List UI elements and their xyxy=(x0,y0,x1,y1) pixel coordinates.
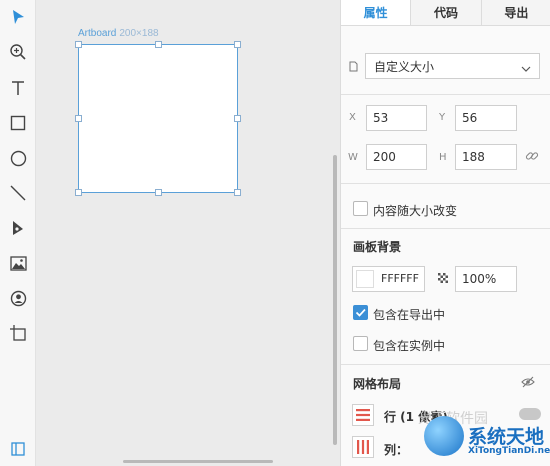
link-proportions-icon[interactable] xyxy=(525,149,539,166)
artboard-name: Artboard xyxy=(78,28,117,39)
chevron-down-icon xyxy=(521,62,531,76)
resize-content-label: 内容随大小改变 xyxy=(373,204,458,218)
divider xyxy=(341,183,550,184)
resize-handle-left[interactable] xyxy=(75,115,82,122)
include-in-export-label: 包含在导出中 xyxy=(373,308,446,322)
height-label: H xyxy=(439,152,447,163)
opacity-checker-icon xyxy=(438,272,448,286)
inspector-panel: 属性 代码 导出 自定义大小 X 53 Y 56 W 200 H 188 内容随… xyxy=(340,0,550,466)
divider xyxy=(341,94,550,95)
background-color-hex: FFFFFF xyxy=(381,272,419,285)
height-field[interactable]: 188 xyxy=(455,144,517,170)
artboard-background-title: 画板背景 xyxy=(353,240,402,254)
resize-handle-top-left[interactable] xyxy=(75,41,82,48)
ellipse-icon[interactable] xyxy=(6,146,30,170)
resize-handle-right[interactable] xyxy=(234,115,241,122)
horizontal-scrollbar[interactable] xyxy=(123,460,273,463)
rectangle-icon[interactable] xyxy=(6,111,30,135)
resize-handle-bottom[interactable] xyxy=(155,189,162,196)
eye-hidden-icon[interactable] xyxy=(521,376,535,391)
watermark: 光下软件园 系统天地 XiTongTianDi.net xyxy=(408,404,550,466)
column-grid-label: 列： xyxy=(384,443,409,457)
layers-panel-icon[interactable] xyxy=(6,437,30,461)
artboard-size-select[interactable]: 自定义大小 xyxy=(365,53,540,79)
vertical-scrollbar[interactable] xyxy=(333,155,337,445)
include-in-instance-label: 包含在实例中 xyxy=(373,339,446,353)
tool-sidebar xyxy=(0,0,36,466)
resize-handle-top[interactable] xyxy=(155,41,162,48)
x-label: X xyxy=(349,112,356,123)
line-icon[interactable] xyxy=(6,181,30,205)
width-field[interactable]: 200 xyxy=(366,144,427,170)
pen-icon[interactable] xyxy=(6,216,30,240)
tab-export[interactable]: 导出 xyxy=(481,0,550,25)
watermark-url: XiTongTianDi.net xyxy=(468,446,550,456)
artboard-icon[interactable] xyxy=(6,321,30,345)
tab-properties[interactable]: 属性 xyxy=(341,0,412,25)
inspector-tabs: 属性 代码 导出 xyxy=(341,0,550,26)
text-icon[interactable] xyxy=(6,76,30,100)
artboard-title[interactable]: Artboard 200×188 xyxy=(78,28,159,39)
color-swatch[interactable] xyxy=(356,270,374,288)
column-grid-button[interactable] xyxy=(352,436,374,458)
resize-handle-bottom-right[interactable] xyxy=(234,189,241,196)
include-in-instance-checkbox[interactable] xyxy=(353,336,368,351)
background-opacity-field[interactable]: 100% xyxy=(455,266,517,292)
checkmark-icon xyxy=(355,308,366,317)
tab-code[interactable]: 代码 xyxy=(411,0,482,25)
symbol-icon[interactable] xyxy=(6,286,30,310)
resize-handle-top-right[interactable] xyxy=(234,41,241,48)
artboard-dimensions: 200×188 xyxy=(119,28,159,39)
y-label: Y xyxy=(439,112,446,123)
artboard-size-value: 自定义大小 xyxy=(374,59,435,74)
row-grid-button[interactable] xyxy=(352,404,374,426)
y-field[interactable]: 56 xyxy=(455,105,517,131)
document-icon xyxy=(349,61,358,75)
artboard[interactable] xyxy=(75,41,241,196)
grid-layout-title: 网格布局 xyxy=(353,377,402,391)
divider xyxy=(341,364,550,365)
resize-content-checkbox[interactable] xyxy=(353,201,368,216)
rows-icon xyxy=(356,409,370,421)
divider xyxy=(341,228,550,229)
include-in-export-checkbox[interactable] xyxy=(353,305,368,320)
image-icon[interactable] xyxy=(6,251,30,275)
width-label: W xyxy=(348,152,358,163)
background-color-field[interactable]: FFFFFF xyxy=(352,266,425,292)
columns-icon xyxy=(357,440,369,454)
x-field[interactable]: 53 xyxy=(366,105,427,131)
zoom-icon[interactable] xyxy=(6,40,30,64)
design-canvas[interactable]: Artboard 200×188 xyxy=(36,0,340,466)
resize-handle-bottom-left[interactable] xyxy=(75,189,82,196)
select-arrow-icon[interactable] xyxy=(6,5,30,29)
watermark-title: 系统天地 xyxy=(468,426,545,448)
globe-logo-icon xyxy=(424,416,464,456)
